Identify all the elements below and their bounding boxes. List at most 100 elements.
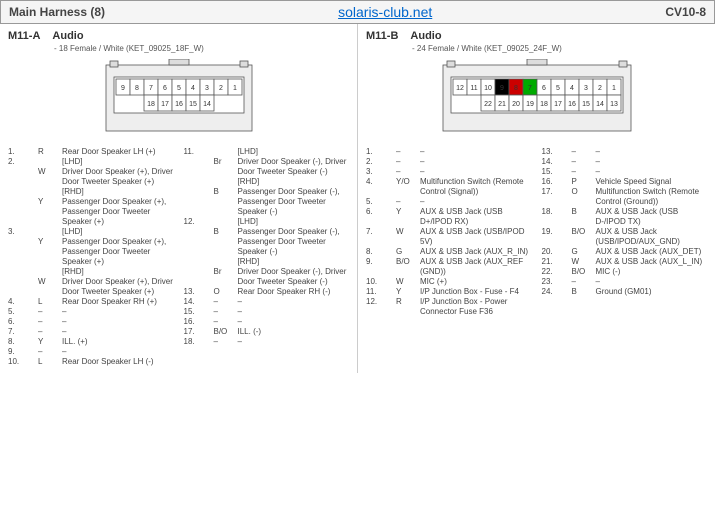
pin-color — [38, 187, 58, 197]
pin-number: 7. — [366, 227, 392, 247]
pin-number: 18. — [542, 207, 568, 227]
pin-row: 18.–– — [184, 337, 350, 347]
pin-row: 17.OMultifunction Switch (Remote Control… — [542, 187, 708, 207]
svg-text:18: 18 — [147, 101, 155, 108]
connector-title: Audio — [52, 30, 83, 42]
pin-color — [214, 147, 234, 157]
pin-row: 1.–– — [366, 147, 532, 157]
source-link[interactable]: solaris-club.net — [338, 4, 432, 20]
pin-number: 21. — [542, 257, 568, 267]
pin-row: 11.YI/P Junction Box - Fuse - F4 — [366, 287, 532, 297]
pin-number: 13. — [184, 287, 210, 297]
pin-row: 7.WAUX & USB Jack (USB/IPOD 5V) — [366, 227, 532, 247]
pin-color: B/O — [572, 227, 592, 247]
pin-desc: AUX & USB Jack (AUX_DET) — [596, 247, 708, 257]
connector-diagram-m11a: 9876543211817161514 — [74, 59, 284, 137]
header-title: Main Harness (8) — [9, 5, 105, 19]
pin-number — [8, 277, 34, 297]
pin-color: – — [214, 317, 234, 327]
pin-number: 8. — [8, 337, 34, 347]
pin-color: R — [396, 297, 416, 317]
pin-color: – — [396, 197, 416, 207]
connector-id: M11-A — [8, 30, 40, 42]
pin-row: 10.WMIC (+) — [366, 277, 532, 287]
pin-row: BPassenger Door Speaker (-), Passenger D… — [184, 227, 350, 257]
pin-row: 15.–– — [184, 307, 350, 317]
svg-text:8: 8 — [135, 85, 139, 92]
pin-row: 19.B/OAUX & USB Jack (USB/IPOD/AUX_GND) — [542, 227, 708, 247]
svg-text:2: 2 — [598, 85, 602, 92]
svg-text:15: 15 — [582, 101, 590, 108]
pin-number: 12. — [184, 217, 210, 227]
connector-panel-m11a: M11-A Audio - 18 Female / White (KET_090… — [0, 24, 358, 373]
svg-text:17: 17 — [554, 101, 562, 108]
pin-row: 6.YAUX & USB Jack (USB D+/IPOD RX) — [366, 207, 532, 227]
pin-row: BrDriver Door Speaker (-), Driver Door T… — [184, 267, 350, 287]
pin-row: 20.GAUX & USB Jack (AUX_DET) — [542, 247, 708, 257]
columns: M11-A Audio - 18 Female / White (KET_090… — [0, 24, 715, 373]
pin-desc: Passenger Door Speaker (-), Passenger Do… — [238, 187, 350, 217]
pin-desc: – — [596, 147, 708, 157]
pin-number: 5. — [366, 197, 392, 207]
pin-color: – — [214, 337, 234, 347]
svg-text:21: 21 — [498, 101, 506, 108]
pin-desc: – — [238, 317, 350, 327]
pin-desc: Driver Door Speaker (+), Driver Door Twe… — [62, 167, 174, 187]
svg-text:7: 7 — [528, 85, 532, 92]
pin-color: B/O — [396, 257, 416, 277]
pin-row: 17.B/OILL. (-) — [184, 327, 350, 337]
pin-color: W — [396, 227, 416, 247]
pin-number: 2. — [8, 157, 34, 167]
pin-number: 18. — [184, 337, 210, 347]
pin-desc: I/P Junction Box - Power Connector Fuse … — [420, 297, 532, 317]
pin-number — [184, 257, 210, 267]
pin-color: – — [572, 147, 592, 157]
connector-panel-m11b: M11-B Audio - 24 Female / White (KET_090… — [358, 24, 715, 373]
pin-number: 6. — [366, 207, 392, 227]
pin-desc: – — [420, 157, 532, 167]
svg-text:20: 20 — [512, 101, 520, 108]
pin-number: 9. — [8, 347, 34, 357]
pin-color — [38, 267, 58, 277]
pin-color — [38, 227, 58, 237]
pin-row: 3.–– — [366, 167, 532, 177]
pin-number — [184, 187, 210, 217]
pin-number: 11. — [366, 287, 392, 297]
pin-row: 24.BGround (GM01) — [542, 287, 708, 297]
pin-number: 15. — [184, 307, 210, 317]
pin-number: 13. — [542, 147, 568, 157]
pin-number — [184, 177, 210, 187]
pin-desc: – — [420, 197, 532, 207]
pin-number: 14. — [542, 157, 568, 167]
svg-text:17: 17 — [161, 101, 169, 108]
connector-subtitle: - 18 Female / White (KET_09025_18F_W) — [54, 44, 349, 53]
connector-id: M11-B — [366, 30, 398, 42]
pin-desc: Rear Door Speaker LH (+) — [62, 147, 174, 157]
pin-row: 18.BAUX & USB Jack (USB D-/IPOD TX) — [542, 207, 708, 227]
svg-text:1: 1 — [612, 85, 616, 92]
pin-desc: – — [420, 167, 532, 177]
pin-row: 11.[LHD] — [184, 147, 350, 157]
pin-desc: Vehicle Speed Signal — [596, 177, 708, 187]
pin-row: 9.–– — [8, 347, 174, 357]
pin-desc: Passenger Door Speaker (+), Passenger Do… — [62, 237, 174, 267]
pin-number: 1. — [366, 147, 392, 157]
pin-desc: [LHD] — [62, 227, 174, 237]
svg-text:8: 8 — [514, 85, 518, 92]
pin-number: 3. — [8, 227, 34, 237]
pin-row: 8.YILL. (+) — [8, 337, 174, 347]
pin-color: B — [214, 227, 234, 257]
pin-row: 14.–– — [184, 297, 350, 307]
pin-color: Y — [38, 197, 58, 227]
svg-text:2: 2 — [219, 85, 223, 92]
svg-text:5: 5 — [556, 85, 560, 92]
pin-desc: [LHD] — [238, 147, 350, 157]
pin-desc: Rear Door Speaker RH (+) — [62, 297, 174, 307]
pin-row: 8.GAUX & USB Jack (AUX_R_IN) — [366, 247, 532, 257]
pin-color: – — [38, 317, 58, 327]
pin-row: 7.–– — [8, 327, 174, 337]
svg-text:15: 15 — [189, 101, 197, 108]
pin-desc: AUX & USB Jack (USB/IPOD/AUX_GND) — [596, 227, 708, 247]
pin-desc: MIC (+) — [420, 277, 532, 287]
pin-row: WDriver Door Speaker (+), Driver Door Tw… — [8, 277, 174, 297]
